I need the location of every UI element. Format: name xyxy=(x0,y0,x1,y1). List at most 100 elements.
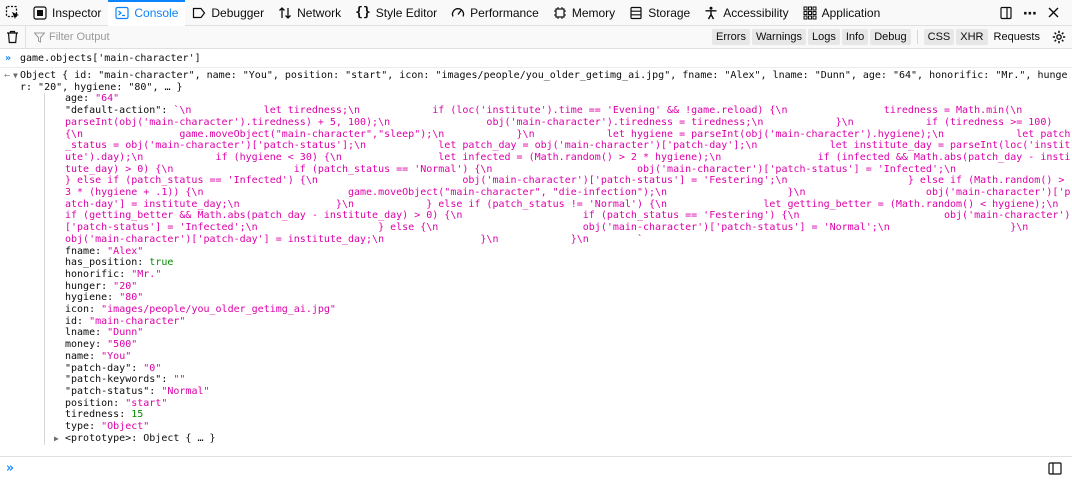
tab-application[interactable]: Application xyxy=(796,0,888,26)
object-property-row[interactable]: name: "You" xyxy=(65,351,1072,363)
inspector-icon xyxy=(33,5,47,20)
property-key: position xyxy=(65,397,114,409)
property-value: 15 xyxy=(131,409,144,421)
object-property-row[interactable]: has_position: true xyxy=(65,257,1072,269)
performance-icon xyxy=(452,7,465,17)
tab-label: Style Editor xyxy=(375,5,438,20)
input-chevron-icon: » xyxy=(6,461,14,476)
tab-label: Performance xyxy=(470,5,539,20)
prototype-text: <prototype>: Object { … } xyxy=(65,432,216,444)
application-icon xyxy=(803,6,817,19)
property-key: age xyxy=(65,93,84,105)
object-property-row[interactable]: "patch-status": "Normal" xyxy=(65,386,1072,398)
property-value: "Object" xyxy=(101,421,150,433)
filter-requests-button[interactable]: Requests xyxy=(990,29,1044,45)
input-prompt-icon: » xyxy=(5,53,12,64)
object-property-row[interactable]: tiredness: 15 xyxy=(65,409,1072,421)
trash-icon xyxy=(7,30,18,44)
object-property-row[interactable]: honorific: "Mr." xyxy=(65,269,1072,281)
toolbar-right-controls: ⋯ xyxy=(999,6,1072,20)
property-value: "500" xyxy=(107,339,138,351)
storage-icon xyxy=(630,6,642,19)
object-property-row[interactable]: "patch-keywords": "" xyxy=(65,374,1072,386)
property-key: icon xyxy=(65,304,90,316)
object-summary[interactable]: Object { id: "main-character", name: "Yo… xyxy=(20,68,1072,93)
object-property-row[interactable]: fname: "Alex" xyxy=(65,246,1072,258)
property-key: hygiene xyxy=(65,292,108,304)
expand-toggle-icon[interactable]: ▼ xyxy=(13,70,18,82)
property-separator: : xyxy=(95,327,108,339)
close-icon[interactable] xyxy=(1047,6,1060,19)
object-property-row[interactable]: lname: "Dunn" xyxy=(65,327,1072,339)
object-property-row[interactable]: hunger: "20" xyxy=(65,281,1072,293)
filter-errors-button[interactable]: Errors xyxy=(712,29,750,45)
console-filter-bar: Errors Warnings Logs Info Debug CSS XHR … xyxy=(0,25,1072,49)
property-separator: : xyxy=(119,409,132,421)
property-separator: : xyxy=(119,268,132,280)
filter-warnings-button[interactable]: Warnings xyxy=(751,29,807,45)
property-value: "main-character" xyxy=(89,315,186,327)
tab-label: Memory xyxy=(571,5,616,20)
filter-logs-button[interactable]: Logs xyxy=(808,29,840,45)
property-separator: : xyxy=(89,350,102,362)
tab-label: Application xyxy=(821,5,881,20)
filter-separator xyxy=(916,30,918,44)
object-property-row[interactable]: "patch-day": "0" xyxy=(65,363,1072,375)
object-property-list: age: "64" "default-action": `\n let tired… xyxy=(44,93,1072,445)
object-property-row[interactable]: age: "64" xyxy=(65,93,1072,105)
accessibility-icon xyxy=(705,6,717,19)
tab-inspector[interactable]: Inspector xyxy=(26,0,108,26)
expand-prototype-icon[interactable]: ▶ xyxy=(54,433,59,445)
log-level-filters: Errors Warnings Logs Info Debug CSS XHR … xyxy=(712,29,1072,45)
console-input-bar: » xyxy=(0,456,1072,480)
memory-icon xyxy=(553,6,566,19)
property-key: tiredness xyxy=(65,409,120,421)
evaluated-command: game.objects['main-character'] xyxy=(20,53,201,64)
property-value: "images/people/you_older_getimg_ai.jpg" xyxy=(101,304,336,316)
tab-memory[interactable]: Memory xyxy=(546,0,622,26)
tab-performance[interactable]: Performance xyxy=(444,0,546,26)
tab-style-editor[interactable]: {} Style Editor xyxy=(348,0,444,26)
clear-console-button[interactable] xyxy=(0,25,26,49)
tab-console[interactable]: Console xyxy=(108,0,186,26)
property-separator: : xyxy=(113,397,126,409)
console-input[interactable] xyxy=(19,462,1048,475)
filter-info-button[interactable]: Info xyxy=(841,29,869,45)
object-summary-text: id: "main-character", name: "You", posit… xyxy=(20,70,1068,93)
console-output[interactable]: » game.objects['main-character'] ← ▼ Obj… xyxy=(0,50,1072,456)
network-icon xyxy=(279,6,292,19)
console-settings-gear-icon[interactable] xyxy=(1052,30,1066,44)
tab-accessibility[interactable]: Accessibility xyxy=(697,0,795,26)
property-separator: : xyxy=(89,304,102,316)
object-property-row[interactable]: hygiene: "80" xyxy=(65,292,1072,304)
tab-debugger[interactable]: Debugger xyxy=(185,0,271,26)
dock-side-icon[interactable] xyxy=(999,6,1013,20)
property-key: fname xyxy=(65,245,96,257)
property-separator: : xyxy=(101,280,114,292)
property-key: name xyxy=(65,350,90,362)
more-options-icon[interactable]: ⋯ xyxy=(1023,6,1037,20)
debugger-icon xyxy=(193,7,206,18)
console-result-message: ← ▼ Object { id: "main-character", name:… xyxy=(0,68,1072,445)
property-key: hunger xyxy=(65,280,102,292)
filter-output-input[interactable] xyxy=(49,31,309,43)
object-property-row[interactable]: icon: "images/people/you_older_getimg_ai… xyxy=(65,304,1072,316)
object-property-row[interactable]: "default-action": `\n let tiredness;\n i… xyxy=(65,105,1072,245)
filter-css-button[interactable]: CSS xyxy=(923,29,955,45)
filter-xhr-button[interactable]: XHR xyxy=(956,29,988,45)
editor-mode-icon[interactable] xyxy=(1048,462,1062,475)
property-value: "Dunn" xyxy=(107,327,144,339)
filter-debug-button[interactable]: Debug xyxy=(870,29,911,45)
object-summary-prefix: Object { xyxy=(20,70,75,81)
prototype-row[interactable]: ▶ <prototype>: Object { … } xyxy=(54,432,1072,445)
object-property-row[interactable]: id: "main-character" xyxy=(65,316,1072,328)
console-input-message: » game.objects['main-character'] xyxy=(0,50,1072,68)
property-key: "patch-status" xyxy=(65,385,150,397)
object-property-row[interactable]: money: "500" xyxy=(65,339,1072,351)
tab-network[interactable]: Network xyxy=(271,0,348,26)
object-property-row[interactable]: position: "start" xyxy=(65,398,1072,410)
tab-storage[interactable]: Storage xyxy=(622,0,697,26)
object-property-row[interactable]: type: "Object" xyxy=(65,421,1072,433)
property-value: "start" xyxy=(125,397,168,409)
element-picker-button[interactable] xyxy=(0,0,26,26)
